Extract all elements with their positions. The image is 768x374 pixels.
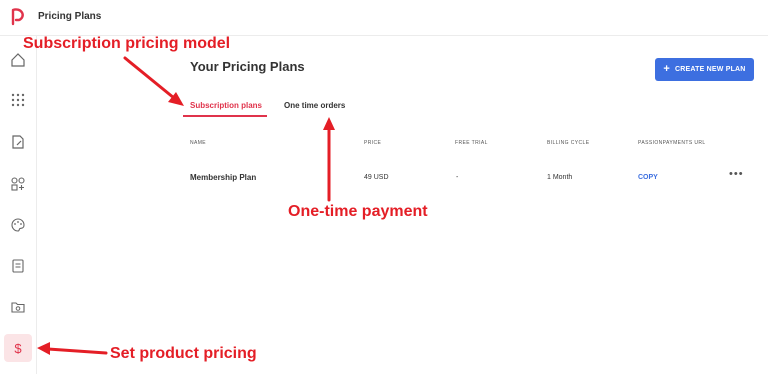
home-icon (11, 53, 25, 67)
app-title: Pricing Plans (38, 11, 102, 22)
column-header-price: PRICE (364, 140, 382, 146)
dollar-icon: $ (14, 341, 22, 356)
arrowhead-pricing (37, 342, 50, 355)
plan-free-trial: - (456, 174, 459, 181)
arrow-to-subscription-tab (123, 56, 176, 100)
sidebar: $ (0, 36, 37, 374)
annotation-set-product-pricing: Set product pricing (110, 345, 257, 362)
more-options-icon[interactable]: ••• (729, 168, 744, 180)
sidebar-item-widgets[interactable] (4, 170, 32, 198)
sidebar-item-apps[interactable] (4, 86, 32, 114)
sidebar-item-files[interactable] (4, 293, 32, 321)
sidebar-item-notes[interactable] (4, 252, 32, 280)
app-logo-icon[interactable] (8, 6, 28, 26)
edit-document-icon (12, 135, 24, 149)
column-header-billing-cycle: BILLING CYCLE (547, 140, 590, 146)
top-bar: Pricing Plans (0, 0, 768, 36)
arrowhead-one-time (323, 117, 335, 130)
sidebar-item-design[interactable] (4, 211, 32, 239)
apps-grid-icon (11, 93, 25, 107)
plan-price: 49 USD (364, 174, 389, 181)
arrowhead-subscription (168, 92, 184, 106)
column-header-url: PASSIONPAYMENTS URL (638, 140, 706, 146)
sidebar-item-edit[interactable] (4, 128, 32, 156)
create-new-plan-label: CREATE NEW PLAN (675, 66, 746, 73)
sidebar-item-pricing[interactable]: $ (4, 334, 32, 362)
folder-icon (11, 302, 25, 313)
add-widget-icon (11, 177, 25, 191)
plan-name: Membership Plan (190, 173, 257, 182)
annotation-subscription-model: Subscription pricing model (23, 35, 231, 52)
arrow-to-pricing-sidebar (46, 347, 108, 355)
annotation-one-time-payment: One-time payment (288, 203, 428, 220)
tab-one-time-orders[interactable]: One time orders (284, 101, 345, 110)
column-header-free-trial: FREE TRIAL (455, 140, 488, 146)
plus-icon: + (663, 63, 671, 75)
notes-icon (12, 259, 24, 273)
create-new-plan-button[interactable]: + CREATE NEW PLAN (655, 58, 754, 81)
column-header-name: NAME (190, 140, 207, 146)
svg-text:$: $ (14, 341, 22, 356)
page-title: Your Pricing Plans (190, 59, 305, 74)
plan-billing-cycle: 1 Month (547, 174, 573, 181)
copy-url-link[interactable]: COPY (638, 174, 658, 181)
palette-icon (11, 218, 25, 232)
active-tab-indicator (183, 115, 267, 117)
annotation-arrows (37, 56, 335, 355)
tab-subscription-plans[interactable]: Subscription plans (190, 101, 262, 110)
